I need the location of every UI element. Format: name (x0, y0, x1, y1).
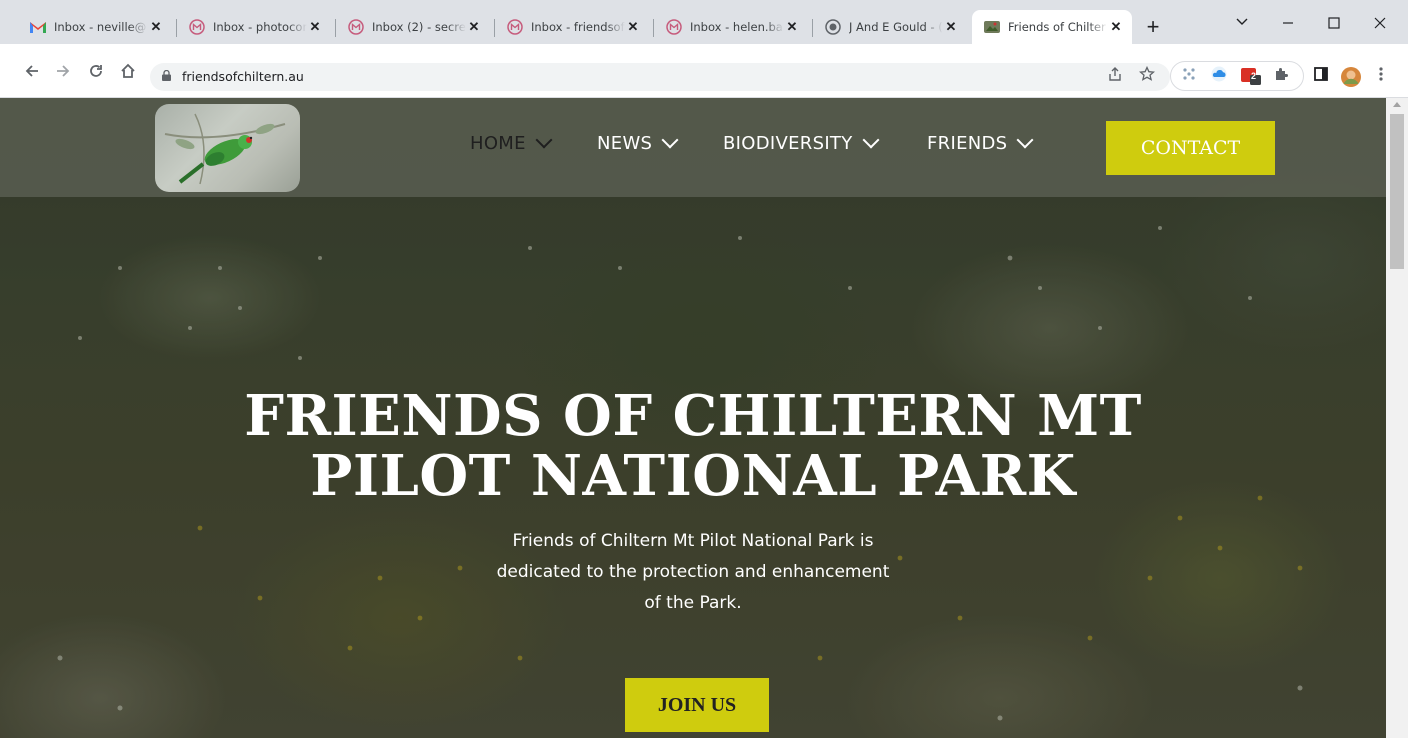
url-text[interactable]: friendsofchiltern.au (182, 69, 304, 84)
globe-icon (825, 19, 841, 35)
tab-title: Inbox - helen.bar (690, 20, 784, 34)
extension-dots-icon[interactable] (1178, 66, 1200, 88)
tab-title: Inbox - photocon (213, 20, 307, 34)
nav-label: BIODIVERSITY (723, 133, 853, 154)
close-icon[interactable]: ✕ (307, 19, 323, 35)
tab-friends-of-chiltern[interactable]: Friends of Chilter ✕ (972, 10, 1132, 44)
site-logo-parrot[interactable] (155, 104, 300, 192)
hero-subtitle-line: Friends of Chiltern Mt Pilot National Pa… (512, 531, 874, 551)
tab-title: Inbox - friendsof (531, 20, 625, 34)
mail-icon (666, 19, 682, 35)
tab-inbox-photocon[interactable]: Inbox - photocon ✕ (177, 10, 331, 44)
tab-inbox-friendsof[interactable]: Inbox - friendsof ✕ (495, 10, 649, 44)
nav-label: HOME (470, 133, 526, 154)
mail-icon (507, 19, 523, 35)
nav-item-news[interactable]: NEWS (597, 131, 679, 154)
side-panel-icon[interactable] (1310, 66, 1332, 88)
lock-icon[interactable] (162, 70, 171, 81)
more-menu-icon[interactable] (1370, 66, 1392, 88)
close-icon[interactable]: ✕ (943, 19, 959, 35)
contact-button[interactable]: CONTACT (1106, 121, 1275, 175)
extension-badge: 2 (1251, 71, 1257, 81)
tab-gmail-neville[interactable]: Inbox - neville@ ✕ (18, 10, 172, 44)
forward-arrow-icon[interactable] (51, 63, 75, 87)
chevron-down-icon (1016, 131, 1034, 149)
puzzle-extensions-icon[interactable] (1270, 66, 1292, 88)
chevron-down-icon (862, 131, 880, 149)
tab-search-icon[interactable] (1222, 10, 1262, 38)
site-header: HOME NEWS BIODIVERSITY FRIENDS CONTACT (0, 98, 1386, 197)
share-icon[interactable] (1104, 66, 1126, 88)
page-scrollbar[interactable] (1386, 98, 1408, 738)
tab-inbox-helen[interactable]: Inbox - helen.bar ✕ (654, 10, 808, 44)
hero-title-line: PILOT NATIONAL PARK (310, 443, 1076, 509)
nav-label: FRIENDS (927, 133, 1008, 154)
calendar-extension-icon[interactable]: 2 (1240, 66, 1262, 88)
tab-inbox-secret[interactable]: Inbox (2) - secret ✕ (336, 10, 490, 44)
profile-avatar[interactable] (1340, 66, 1362, 88)
scroll-up-arrow-icon[interactable] (1393, 102, 1401, 107)
tab-j-and-e-gould[interactable]: J And E Gould - ( ✕ (813, 10, 967, 44)
tab-title: Friends of Chilter (1008, 20, 1106, 34)
nav-item-biodiversity[interactable]: BIODIVERSITY (723, 131, 880, 154)
close-icon[interactable]: ✕ (466, 19, 482, 35)
minimize-icon[interactable] (1268, 10, 1308, 38)
reload-icon[interactable] (84, 63, 108, 87)
mail-icon (189, 19, 205, 35)
nav-label: NEWS (597, 133, 653, 154)
chevron-down-icon (535, 131, 553, 149)
gmail-icon (30, 19, 46, 35)
hero-subtitle-line: of the Park. (644, 593, 742, 613)
close-icon[interactable]: ✕ (148, 19, 164, 35)
new-tab-button[interactable]: + (1142, 16, 1164, 39)
site-favicon (984, 19, 1000, 35)
bookmark-star-icon[interactable] (1136, 65, 1158, 88)
back-arrow-icon[interactable] (20, 63, 44, 87)
mail-icon (348, 19, 364, 35)
browser-toolbar: friendsofchiltern.au 2 (0, 44, 1408, 98)
hero-subtitle: Friends of Chiltern Mt Pilot National Pa… (443, 526, 943, 619)
address-bar[interactable]: friendsofchiltern.au (150, 63, 1170, 91)
cloud-extension-icon[interactable] (1208, 66, 1230, 88)
hero-subtitle-line: dedicated to the protection and enhancem… (496, 562, 890, 582)
maximize-icon[interactable] (1314, 10, 1354, 38)
join-us-button[interactable]: JOIN US (625, 678, 769, 732)
page-viewport: HOME NEWS BIODIVERSITY FRIENDS CONTACT F… (0, 98, 1408, 738)
tab-strip: Inbox - neville@ ✕ Inbox - photocon ✕ In… (0, 0, 1408, 44)
close-window-icon[interactable] (1360, 10, 1400, 38)
chevron-down-icon (661, 131, 679, 149)
hero-title-line: FRIENDS OF CHILTERN MT (244, 383, 1142, 449)
scrollbar-thumb[interactable] (1390, 114, 1404, 269)
tab-title: J And E Gould - ( (849, 20, 943, 34)
nav-item-home[interactable]: HOME (470, 131, 553, 154)
close-icon[interactable]: ✕ (1108, 19, 1124, 35)
close-icon[interactable]: ✕ (625, 19, 641, 35)
tab-title: Inbox (2) - secret (372, 20, 466, 34)
hero-title: FRIENDS OF CHILTERN MT PILOT NATIONAL PA… (0, 386, 1386, 506)
home-icon[interactable] (116, 63, 140, 87)
tab-title: Inbox - neville@ (54, 20, 147, 34)
close-icon[interactable]: ✕ (784, 19, 800, 35)
nav-item-friends[interactable]: FRIENDS (927, 131, 1034, 154)
